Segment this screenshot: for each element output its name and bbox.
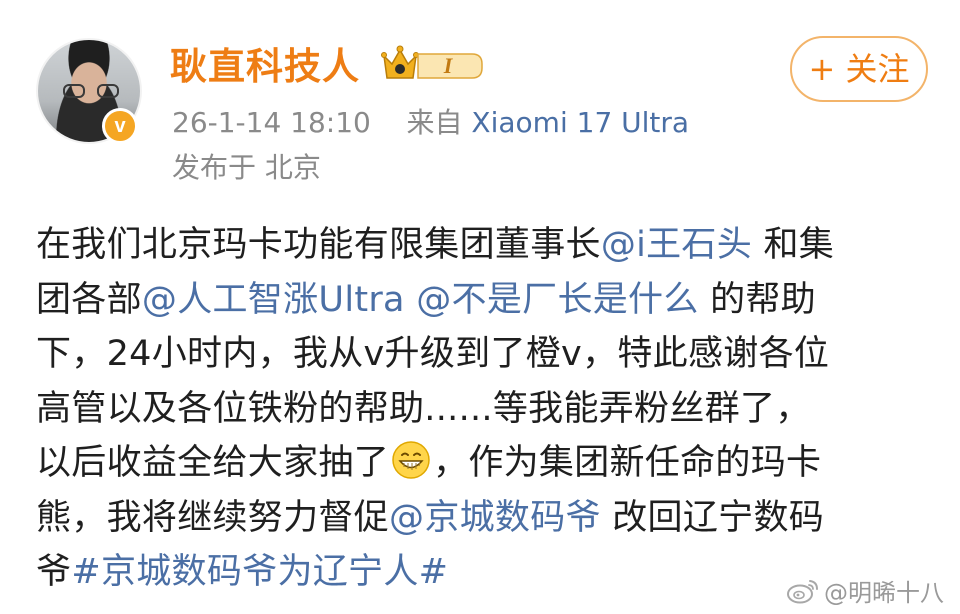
- post-text: 以后收益全给大家抽了: [36, 443, 390, 483]
- post-text: 和集: [752, 225, 835, 265]
- post-timestamp: 26-1-14 18:10: [172, 106, 371, 139]
- post-text: 团各部: [36, 279, 142, 320]
- source-prefix: 来自: [406, 106, 463, 139]
- grin-emoji-icon: [392, 441, 430, 479]
- post-line: 下，24小时内，我从v升级到了橙v，特此感谢各位: [36, 327, 936, 382]
- source-device-link[interactable]: Xiaomi 17 Ultra: [471, 106, 689, 139]
- watermark: @明晞十八: [786, 573, 944, 608]
- post-text: 熊，我将继续努力督促: [36, 497, 390, 538]
- verified-badge-icon: v: [102, 108, 138, 144]
- post-line: 团各部@人工智涨Ultra @不是厂长是什么 的帮助: [36, 273, 936, 328]
- post-line: 以后收益全给大家抽了 ，作为集团新任命的玛卡: [36, 436, 936, 491]
- post-text: 在我们北京玛卡功能有限集团董事长: [36, 225, 601, 265]
- post-line: 高管以及各位铁粉的帮助......等我能弄粉丝群了，: [36, 382, 936, 437]
- post-text: 的帮助: [698, 279, 816, 320]
- post-meta: 26-1-14 18:10 来自 Xiaomi 17 Ultra: [172, 103, 689, 143]
- mention-link[interactable]: @京城数码爷: [389, 498, 601, 538]
- mention-link[interactable]: @人工智涨Ultra: [142, 280, 405, 320]
- post-text: 爷: [36, 552, 72, 592]
- level-badge-letter: I: [443, 53, 454, 78]
- mention-link[interactable]: @i王石头: [601, 225, 752, 265]
- post-location: 发布于 北京: [172, 151, 321, 184]
- post-text: [405, 280, 416, 320]
- post-text: 下，24小时内，我从v升级到了橙v，特此感谢各位: [36, 334, 830, 374]
- avatar-glasses-decoration: [63, 84, 119, 98]
- mention-link[interactable]: @不是厂长是什么: [416, 280, 698, 320]
- topic-hashtag-link[interactable]: #京城数码爷为辽宁人#: [71, 552, 448, 592]
- follow-button[interactable]: + 关注: [790, 36, 928, 102]
- post-text: ，作为集团新任命的玛卡: [433, 443, 822, 483]
- weibo-logo-icon: [787, 579, 818, 603]
- crown-level-badge-icon[interactable]: I: [380, 42, 484, 88]
- post-text: 改回辽宁数码: [600, 497, 825, 538]
- post-line: 在我们北京玛卡功能有限集团董事长@i王石头 和集: [36, 218, 936, 273]
- username[interactable]: 耿直科技人: [170, 42, 360, 92]
- post-text: 高管以及各位铁粉的帮助......等我能弄粉丝群了，: [36, 388, 811, 429]
- post-body: 在我们北京玛卡功能有限集团董事长@i王石头 和集 团各部@人工智涨Ultra @…: [36, 218, 936, 600]
- watermark-text: @明晞十八: [824, 579, 944, 607]
- post-line: 熊，我将继续努力督促@京城数码爷 改回辽宁数码: [36, 491, 936, 546]
